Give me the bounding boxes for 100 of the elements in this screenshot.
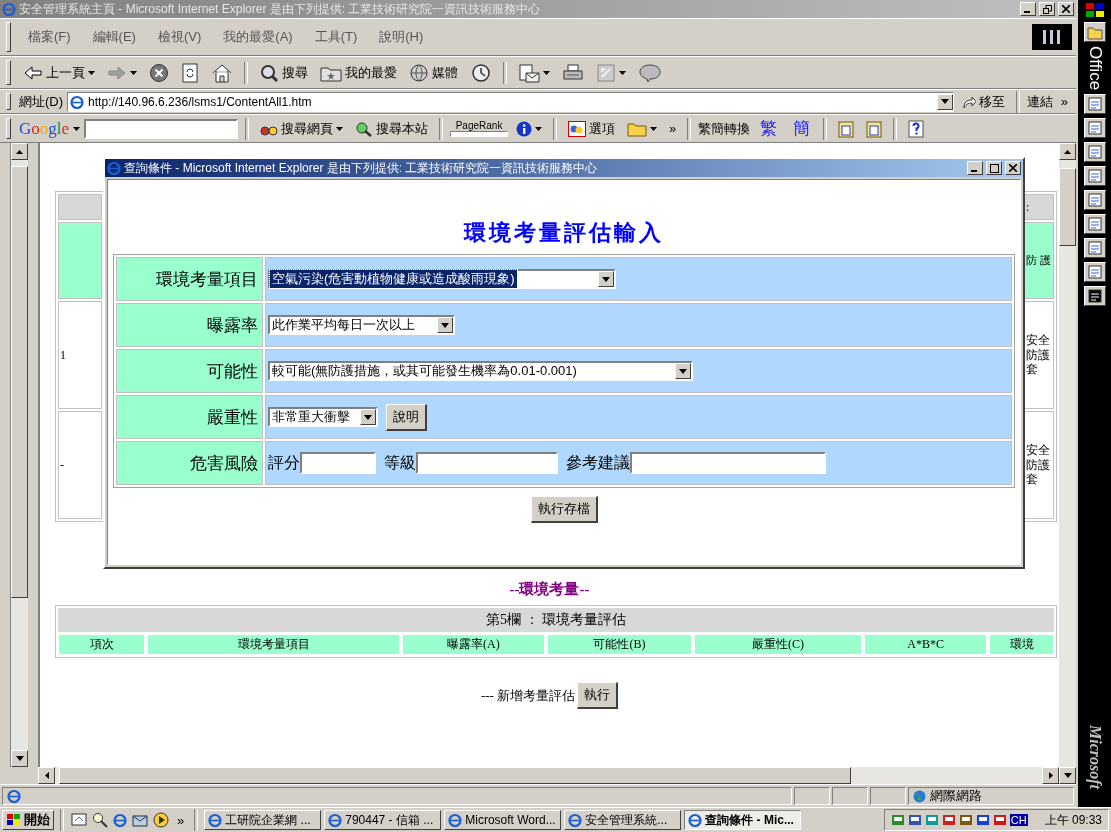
media-button[interactable]: 媒體 <box>405 60 462 85</box>
column-header: 嚴重性(C) <box>693 634 863 655</box>
address-field[interactable]: http://140.96.6.236/lsms1/ContentAll1.htm <box>67 91 954 112</box>
menu-item[interactable]: 說明(H) <box>370 26 433 48</box>
task-button[interactable]: 安全管理系統... <box>564 810 682 830</box>
restore-button[interactable] <box>1039 2 1055 16</box>
page-icon <box>70 94 85 109</box>
dropdown-button[interactable] <box>675 363 691 379</box>
input-field[interactable] <box>416 452 558 474</box>
note-icon <box>1087 97 1102 112</box>
favorites-button[interactable]: 我的最愛 <box>316 61 401 84</box>
office-app-button[interactable] <box>1083 142 1106 163</box>
down-arrow-icon <box>15 756 24 762</box>
scroll-up-button[interactable] <box>1059 143 1076 160</box>
input-field[interactable] <box>300 452 376 474</box>
up-arrow-icon <box>16 149 23 154</box>
more-button[interactable]: » <box>665 119 681 138</box>
dropdown-field[interactable]: 非常重大衝擊 <box>268 407 378 427</box>
office-app-button[interactable] <box>1083 238 1106 259</box>
start-button[interactable]: 開始 <box>2 810 54 830</box>
tray-app-icon <box>924 813 939 827</box>
clock: 上午 09:33 <box>1044 811 1102 829</box>
browser-button[interactable] <box>112 813 128 827</box>
search-button[interactable] <box>91 812 109 828</box>
google-logo[interactable]: Google <box>19 118 70 139</box>
caret-icon <box>73 126 81 131</box>
task-button[interactable]: 790447 - 信箱 ... <box>324 810 442 830</box>
menu-item[interactable]: 編輯(E) <box>83 26 145 48</box>
office-app-button[interactable] <box>1083 190 1106 211</box>
task-button[interactable]: 查詢條件 - Mic... <box>684 810 802 830</box>
scroll-thumb[interactable] <box>59 767 851 785</box>
scroll-thumb[interactable] <box>1059 168 1076 246</box>
dropdown-field[interactable]: 空氣污染(危害動植物健康或造成酸雨現象) <box>268 269 616 289</box>
convert-button[interactable]: 簡 <box>787 117 817 140</box>
horizontal-scrollbar[interactable] <box>38 767 1059 785</box>
dropdown-field[interactable]: 此作業平均每日一次以上 <box>268 315 455 335</box>
caret-icon <box>88 70 95 75</box>
minimize-button[interactable] <box>1020 2 1036 16</box>
address-dropdown-button[interactable] <box>936 93 953 110</box>
minimize-button[interactable] <box>967 161 983 175</box>
menu-item[interactable]: 檢視(V) <box>148 26 211 48</box>
convert-button[interactable]: 繁 <box>754 117 784 140</box>
more-button[interactable]: » <box>173 810 189 830</box>
curved-arrow-icon <box>961 94 976 109</box>
scroll-right-button[interactable] <box>1042 767 1059 785</box>
globe-icon <box>913 789 926 803</box>
dropdown-button[interactable] <box>437 317 453 333</box>
office-button[interactable] <box>1083 22 1106 42</box>
office-app-button[interactable] <box>1083 166 1106 187</box>
go-button[interactable]: 移至 <box>957 90 1009 113</box>
mail-button[interactable] <box>131 812 149 828</box>
task-button[interactable]: Microsoft Word... <box>444 810 562 830</box>
add-assessment-label: --- 新增考量評估 <box>480 686 576 705</box>
scroll-thumb[interactable] <box>11 166 28 598</box>
form-label: 環境考量項目 <box>116 257 263 301</box>
run-button[interactable]: 執行 <box>577 682 619 709</box>
input-field[interactable] <box>630 452 826 474</box>
options-button[interactable]: 選項 <box>564 117 620 140</box>
explain-button[interactable]: 說明 <box>386 403 427 431</box>
scroll-down-button[interactable] <box>11 750 28 768</box>
close-button[interactable] <box>1058 2 1074 16</box>
play-icon <box>153 812 169 828</box>
dropdown-field[interactable]: 較可能(無防護措施，或其可能發生機率為0.01-0.001) <box>268 361 693 381</box>
office-app-button[interactable] <box>1083 286 1106 307</box>
menu-item[interactable]: 工具(T) <box>305 26 367 48</box>
media-player-button[interactable] <box>152 812 170 828</box>
search-web-button[interactable]: 搜尋網頁 <box>256 117 348 140</box>
maximize-button[interactable] <box>986 161 1002 175</box>
up-arrow-icon <box>1064 149 1071 154</box>
office-app-button[interactable] <box>1083 94 1106 115</box>
dropdown-button[interactable] <box>598 271 614 287</box>
links-label[interactable]: 連結 <box>1026 92 1053 111</box>
desktop-button[interactable] <box>70 812 88 828</box>
desktop-icon <box>71 812 87 828</box>
speech-bubble-icon <box>638 62 662 83</box>
scroll-down-button[interactable] <box>1059 767 1076 785</box>
vertical-scrollbar[interactable] <box>11 143 28 768</box>
menu-item[interactable]: 檔案(F) <box>19 26 80 48</box>
table-cell: 安全防護套 <box>1024 301 1054 409</box>
help-page-icon <box>908 119 925 138</box>
scroll-up-button[interactable] <box>11 143 28 160</box>
search-site-button[interactable]: 搜尋本站 <box>351 117 433 140</box>
vertical-scrollbar[interactable] <box>1059 143 1076 785</box>
task-button[interactable]: 工研院企業網 ... <box>204 810 322 830</box>
google-search-field[interactable] <box>84 118 239 139</box>
dropdown-button[interactable] <box>360 409 376 425</box>
office-app-button[interactable] <box>1083 118 1106 139</box>
caret-icon <box>543 70 550 75</box>
back-button[interactable]: 上一頁 <box>19 60 99 85</box>
language-indicator[interactable]: CH <box>1009 814 1028 826</box>
office-app-button[interactable] <box>1083 262 1106 283</box>
office-app-button[interactable] <box>1083 214 1106 235</box>
more-button[interactable]: » <box>1056 92 1072 111</box>
scroll-left-button[interactable] <box>38 767 55 785</box>
menu-item[interactable]: 我的最愛(A) <box>214 26 302 48</box>
section-title: --環境考量-- <box>508 580 591 599</box>
save-button[interactable]: 執行存檔 <box>530 496 598 523</box>
close-button[interactable] <box>1005 161 1021 175</box>
table-cell <box>58 194 102 220</box>
search-button[interactable]: 搜尋 <box>255 60 312 85</box>
